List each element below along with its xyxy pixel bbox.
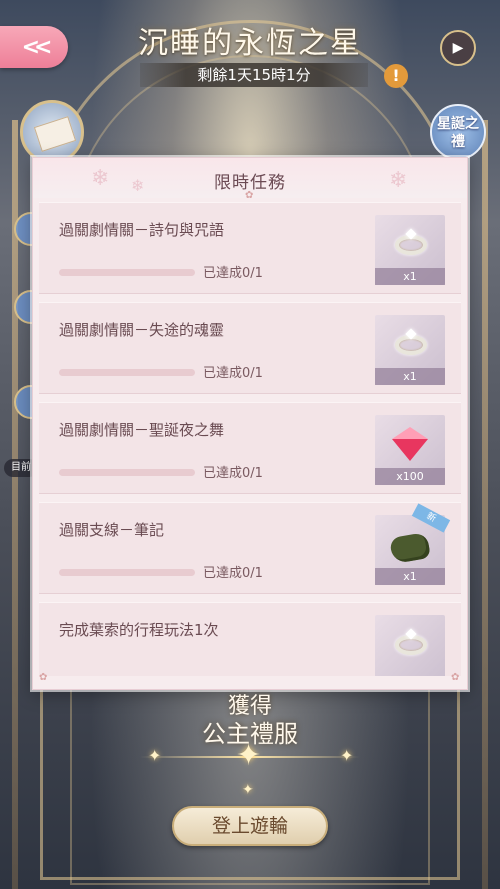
background-pillar <box>482 120 488 889</box>
progress-bar <box>59 569 195 576</box>
reward-slot[interactable]: x100 <box>375 415 445 485</box>
snowflake-icon: ❄ <box>131 176 145 195</box>
reward-count: x100 <box>375 468 445 485</box>
task-row: 過關劇情關－失途的魂靈 已達成0/1 x1 <box>39 302 461 394</box>
task-name: 過關劇情關－詩句與咒語 <box>59 221 225 239</box>
reward-slot[interactable]: x1 <box>375 315 445 385</box>
progress-text: 已達成0/1 <box>203 366 263 381</box>
reward-slot[interactable] <box>375 615 445 676</box>
countdown-timer: 剩餘1天15時1分 <box>140 63 368 87</box>
gift-button[interactable]: 星誕之禮 <box>430 104 486 160</box>
board-cruise-button[interactable]: 登上遊輪 <box>172 806 328 846</box>
sparkle-icon: ✦ <box>236 738 262 773</box>
reward-count: x1 <box>375 368 445 385</box>
sparkle-icon: ✦ <box>242 782 254 798</box>
task-name: 完成葉索的行程玩法1次 <box>59 621 219 639</box>
snowflake-icon: ❄ <box>91 166 110 191</box>
progress-bar <box>59 469 195 476</box>
task-row: 完成葉索的行程玩法1次 <box>39 602 461 676</box>
progress-bar <box>59 369 195 376</box>
task-row: 過關支線－筆記 已達成0/1 新 x1 <box>39 502 461 594</box>
progress-text: 已達成0/1 <box>203 466 263 481</box>
task-list[interactable]: 過關劇情關－詩句與咒語 已達成0/1 x1 過關劇情關－失途的魂靈 已達成0/1… <box>39 202 461 676</box>
page-title: 沉睡的永恆之星 <box>138 26 362 61</box>
snowflake-icon: ❄ <box>389 168 408 193</box>
panel-header: ❄ ❄ ❄ 限時任務 ✿ <box>33 158 467 201</box>
reward-slot[interactable]: 新 x1 <box>375 503 451 585</box>
letter-icon <box>33 116 77 152</box>
task-name: 過關支線－筆記 <box>59 521 165 539</box>
flower-ornament-icon: ✿ <box>39 672 48 683</box>
flower-ornament-icon: ✿ <box>245 190 254 201</box>
diamond-top <box>392 427 428 439</box>
next-button[interactable]: ▶ <box>440 30 476 66</box>
reward-slot[interactable]: x1 <box>375 215 445 285</box>
back-button[interactable]: << <box>0 26 68 68</box>
flower-ornament-icon: ✿ <box>451 672 460 683</box>
task-name: 過關劇情關－聖誕夜之舞 <box>59 421 225 439</box>
progress-text: 已達成0/1 <box>203 266 263 281</box>
diamond-icon <box>392 427 428 463</box>
letter-event-button[interactable] <box>20 100 84 164</box>
new-badge: 新 <box>411 503 451 533</box>
progress-bar <box>59 269 195 276</box>
task-row: 過關劇情關－聖誕夜之舞 已達成0/1 x100 <box>39 402 461 494</box>
reward-count: x1 <box>375 268 445 285</box>
limited-tasks-panel: ❄ ❄ ❄ 限時任務 ✿ 過關劇情關－詩句與咒語 已達成0/1 x1 過關劇情關… <box>32 157 468 690</box>
diamond-bottom <box>392 439 428 461</box>
notebook-icon <box>389 531 431 565</box>
sparkle-icon: ✦ <box>340 746 354 765</box>
back-arrow-icon: << <box>21 34 53 60</box>
progress-text: 已達成0/1 <box>203 566 263 581</box>
task-row: 過關劇情關－詩句與咒語 已達成0/1 x1 <box>39 202 461 294</box>
info-icon[interactable]: ! <box>384 64 408 88</box>
task-name: 過關劇情關－失途的魂靈 <box>59 321 225 339</box>
sparkle-icon: ✦ <box>148 746 162 765</box>
reward-count: x1 <box>375 568 445 585</box>
